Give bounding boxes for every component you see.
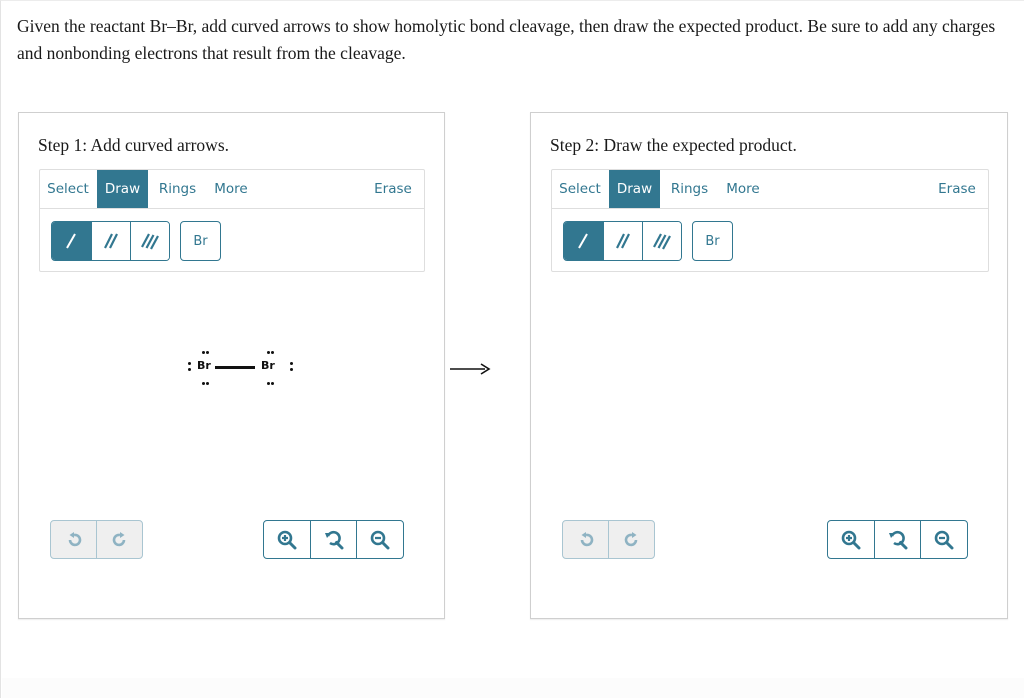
tab-more[interactable]: More — [210, 170, 252, 208]
tab-draw[interactable]: Draw — [97, 170, 148, 208]
step-1-title: Step 1: Add curved arrows. — [38, 135, 230, 155]
toolbar-tabs: Select Draw Rings More Erase — [40, 170, 424, 209]
lone-pair-dot — [267, 382, 270, 385]
atom-br-left[interactable]: Br — [197, 359, 211, 372]
zoom-out-button[interactable] — [356, 521, 403, 558]
zoom-controls — [827, 520, 968, 559]
lone-pair-dot — [267, 351, 270, 354]
triple-bond-button[interactable] — [641, 222, 681, 260]
lone-pair-dot — [188, 368, 191, 371]
bond-tool-group — [563, 221, 682, 261]
triple-bond-icon — [141, 233, 159, 250]
single-bond-button[interactable] — [564, 222, 603, 260]
double-bond-icon — [616, 233, 630, 249]
zoom-in-icon — [277, 530, 297, 549]
undo-icon — [68, 531, 81, 546]
zoom-in-button[interactable] — [264, 521, 310, 558]
tab-erase[interactable]: Erase — [372, 170, 414, 208]
double-bond-icon — [104, 233, 118, 249]
zoom-reset-icon — [888, 530, 907, 549]
br-br-single-bond[interactable] — [215, 366, 255, 369]
tab-select[interactable]: Select — [558, 170, 602, 208]
zoom-reset-icon — [324, 530, 343, 549]
footer-shade — [2, 678, 1024, 698]
lone-pair-dot — [271, 382, 274, 385]
zoom-controls — [263, 520, 404, 559]
step-2-title: Step 2: Draw the expected product. — [550, 135, 797, 155]
zoom-out-icon — [934, 530, 954, 549]
bromine-atom-button[interactable]: Br — [180, 221, 221, 261]
step-2-panel: Step 2: Draw the expected product. Selec… — [530, 112, 1008, 619]
history-controls — [562, 520, 655, 559]
lone-pair-dot — [206, 382, 209, 385]
history-controls — [50, 520, 143, 559]
zoom-out-icon — [370, 530, 390, 549]
single-bond-icon — [578, 233, 589, 249]
lone-pair-dot — [290, 368, 293, 371]
redo-icon — [112, 531, 125, 546]
zoom-reset-button[interactable] — [873, 521, 921, 558]
right-arrow-icon — [450, 363, 491, 375]
step-2-drawing-canvas[interactable] — [532, 273, 1006, 513]
step-1-panel: Step 1: Add curved arrows. Select Draw R… — [18, 112, 445, 619]
lone-pair-dot — [188, 362, 191, 365]
tab-rings[interactable]: Rings — [155, 170, 200, 208]
tab-erase[interactable]: Erase — [936, 170, 978, 208]
zoom-in-button[interactable] — [828, 521, 874, 558]
redo-button[interactable] — [608, 521, 654, 558]
tab-select[interactable]: Select — [46, 170, 90, 208]
tab-draw[interactable]: Draw — [609, 170, 660, 208]
bromine-atom-button[interactable]: Br — [692, 221, 733, 261]
lone-pair-dot — [202, 351, 205, 354]
bond-tool-group — [51, 221, 170, 261]
step-1-toolbar: Select Draw Rings More Erase Br — [39, 169, 425, 272]
single-bond-button[interactable] — [52, 222, 91, 260]
step-2-toolbar: Select Draw Rings More Erase Br — [551, 169, 989, 272]
zoom-out-button[interactable] — [920, 521, 967, 558]
lone-pair-dot — [206, 351, 209, 354]
br2-molecule[interactable]: Br Br — [169, 345, 299, 393]
lone-pair-dot — [290, 362, 293, 365]
single-bond-icon — [66, 233, 77, 249]
tab-rings[interactable]: Rings — [667, 170, 712, 208]
toolbar-tabs: Select Draw Rings More Erase — [552, 170, 988, 209]
double-bond-button[interactable] — [602, 222, 642, 260]
lone-pair-dot — [202, 382, 205, 385]
redo-icon — [624, 531, 637, 546]
redo-button[interactable] — [96, 521, 142, 558]
zoom-in-icon — [841, 530, 861, 549]
triple-bond-button[interactable] — [129, 222, 169, 260]
zoom-reset-button[interactable] — [309, 521, 357, 558]
lone-pair-dot — [271, 351, 274, 354]
undo-button[interactable] — [563, 521, 608, 558]
undo-icon — [580, 531, 593, 546]
tab-more[interactable]: More — [722, 170, 764, 208]
double-bond-button[interactable] — [90, 222, 130, 260]
triple-bond-icon — [653, 233, 671, 250]
step-1-drawing-canvas[interactable] — [20, 273, 443, 513]
atom-br-right[interactable]: Br — [261, 359, 275, 372]
question-prompt: Given the reactant Br–Br, add curved arr… — [17, 16, 996, 63]
undo-button[interactable] — [51, 521, 96, 558]
